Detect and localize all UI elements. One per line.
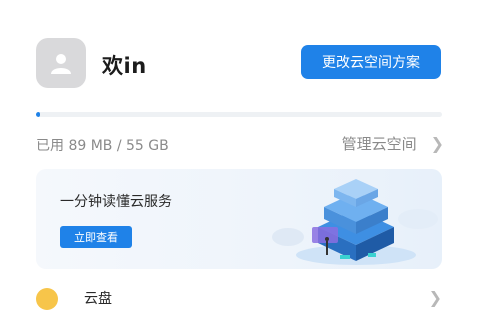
storage-progress-bar — [36, 112, 442, 117]
chevron-right-icon: ❯ — [428, 288, 442, 307]
default-user-avatar-icon — [51, 54, 71, 74]
chevron-right-icon: ❯ — [430, 134, 444, 153]
storage-usage-text: 已用 89 MB / 55 GB — [36, 138, 169, 154]
list-item-label: 云盘 — [84, 291, 112, 307]
username: 欢in — [102, 54, 147, 78]
cloud-server-illustration-icon — [272, 179, 438, 265]
cloud-drive-icon — [36, 288, 58, 310]
manage-cloud-storage-link[interactable]: 管理云空间 ❯ — [342, 133, 444, 154]
manage-cloud-storage-label: 管理云空间 — [341, 135, 417, 153]
cloud-service-banner[interactable]: 一分钟读懂云服务 立即查看 — [36, 169, 442, 269]
view-now-button[interactable]: 立即查看 — [60, 226, 132, 248]
avatar[interactable] — [36, 38, 86, 88]
storage-progress-fill — [36, 112, 40, 117]
list-item[interactable]: 云盘 ❯ — [36, 284, 442, 310]
change-cloud-plan-button[interactable]: 更改云空间方案 — [301, 45, 441, 79]
banner-title: 一分钟读懂云服务 — [60, 194, 172, 210]
